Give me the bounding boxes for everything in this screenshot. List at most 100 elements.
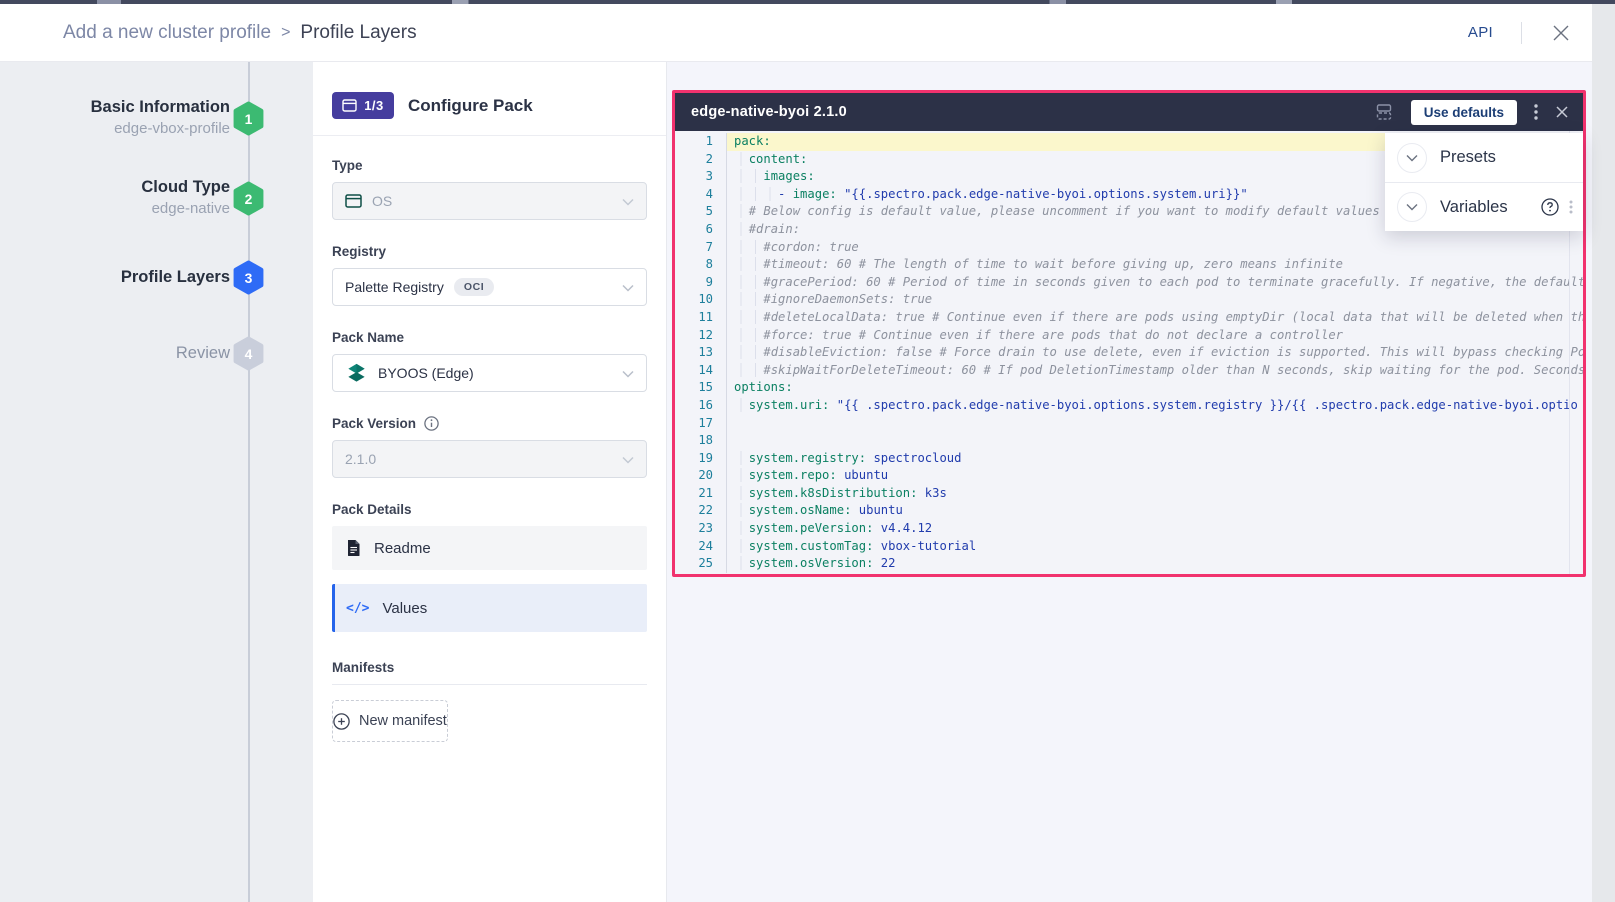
line-content: system.customTag: vbox-tutorial xyxy=(727,538,1583,556)
line-number: 1 xyxy=(675,133,727,151)
breadcrumb-separator: > xyxy=(281,24,290,42)
code-line-12[interactable]: 12 #force: true # Continue even if there… xyxy=(675,327,1583,345)
readme-tab[interactable]: Readme xyxy=(332,526,647,570)
line-number: 8 xyxy=(675,256,727,274)
code-line-20[interactable]: 20 system.repo: ubuntu xyxy=(675,467,1583,485)
code-line-9[interactable]: 9 #gracePeriod: 60 # Period of time in s… xyxy=(675,274,1583,292)
svg-text:4: 4 xyxy=(245,346,253,362)
pack-version-select[interactable]: 2.1.0 xyxy=(332,440,647,478)
line-number: 19 xyxy=(675,450,727,468)
code-line-13[interactable]: 13 #disableEviction: false # Force drain… xyxy=(675,344,1583,362)
step-number-hexagon: 3 xyxy=(233,260,264,295)
diff-compare-icon[interactable] xyxy=(1374,102,1394,122)
line-number: 24 xyxy=(675,538,727,556)
breadcrumb: Add a new cluster profile > Profile Laye… xyxy=(63,22,417,44)
line-number: 22 xyxy=(675,502,727,520)
pack-name-value: BYOOS (Edge) xyxy=(378,365,474,381)
line-number: 25 xyxy=(675,555,727,573)
variables-label: Variables xyxy=(1440,198,1508,217)
registry-select[interactable]: Palette Registry OCI xyxy=(332,268,647,306)
stepper-step-cloud-type[interactable]: Cloud Typeedge-native 2 xyxy=(0,175,313,221)
registry-label: Registry xyxy=(332,244,647,259)
window-icon xyxy=(342,99,357,112)
line-number: 9 xyxy=(675,274,727,292)
editor-dropdown-menu: Presets Variables xyxy=(1385,133,1583,231)
stepper-step-profile-layers[interactable]: Profile Layers3 xyxy=(0,254,313,300)
add-cluster-profile-modal: Add a new cluster profile > Profile Laye… xyxy=(0,4,1592,902)
editor-header-actions: Use defaults xyxy=(1374,100,1569,125)
step-labels: Cloud Typeedge-native xyxy=(20,177,230,219)
chevron-down-icon[interactable] xyxy=(1397,143,1427,173)
help-icon[interactable] xyxy=(1541,198,1559,216)
chevron-down-icon xyxy=(622,193,634,209)
line-content: #force: true # Continue even if there ar… xyxy=(727,327,1583,345)
kebab-menu-icon[interactable] xyxy=(1534,104,1538,120)
line-content: #gracePeriod: 60 # Period of time in sec… xyxy=(727,274,1583,292)
type-select[interactable]: OS xyxy=(332,182,647,220)
stepper-step-basic-information[interactable]: Basic Informationedge-vbox-profile1 xyxy=(0,95,313,141)
new-manifest-button[interactable]: New manifest xyxy=(332,700,448,742)
line-content: options: xyxy=(727,379,1583,397)
panel-title: Configure Pack xyxy=(408,96,533,116)
step-subtitle: edge-vbox-profile xyxy=(20,118,230,139)
api-link[interactable]: API xyxy=(1468,24,1493,41)
code-line-24[interactable]: 24 system.customTag: vbox-tutorial xyxy=(675,538,1583,556)
code-line-18[interactable]: 18 xyxy=(675,432,1583,450)
svg-text:2: 2 xyxy=(245,191,253,207)
code-line-17[interactable]: 17 xyxy=(675,415,1583,433)
close-icon[interactable] xyxy=(1550,22,1572,44)
line-number: 14 xyxy=(675,362,727,380)
variables-menu-item[interactable]: Variables xyxy=(1385,182,1583,231)
manifests-label: Manifests xyxy=(332,660,647,675)
code-line-25[interactable]: 25 system.osVersion: 22 xyxy=(675,555,1583,573)
presets-menu-item[interactable]: Presets xyxy=(1385,133,1583,182)
breadcrumb-parent-link[interactable]: Add a new cluster profile xyxy=(63,22,271,44)
variables-extra-actions xyxy=(1541,198,1573,216)
stepper-step-review[interactable]: Review 4 xyxy=(0,330,313,376)
line-number: 23 xyxy=(675,520,727,538)
configure-pack-form: Type OS Registry Palette Registry OCI Pa… xyxy=(313,136,666,742)
editor-header: edge-native-byoi 2.1.0 Use defaults xyxy=(675,93,1583,131)
document-icon xyxy=(346,539,361,557)
code-line-11[interactable]: 11 #deleteLocalData: true # Continue eve… xyxy=(675,309,1583,327)
values-tab[interactable]: </> Values xyxy=(332,584,647,632)
line-content: #skipWaitForDeleteTimeout: 60 # If pod D… xyxy=(727,362,1583,380)
line-number: 12 xyxy=(675,327,727,345)
line-number: 3 xyxy=(675,168,727,186)
code-line-22[interactable]: 22 system.osName: ubuntu xyxy=(675,502,1583,520)
pack-version-label: Pack Version xyxy=(332,416,647,431)
code-line-16[interactable]: 16 system.uri: "{{ .spectro.pack.edge-na… xyxy=(675,397,1583,415)
page-title: Profile Layers xyxy=(300,22,416,44)
type-label: Type xyxy=(332,158,647,173)
kebab-menu-icon[interactable] xyxy=(1569,200,1573,214)
values-tab-label: Values xyxy=(382,600,427,617)
code-line-7[interactable]: 7 #cordon: true xyxy=(675,239,1583,257)
line-number: 5 xyxy=(675,203,727,221)
chevron-down-icon[interactable] xyxy=(1397,192,1427,222)
code-line-19[interactable]: 19 system.registry: spectrocloud xyxy=(675,450,1583,468)
pack-version-value: 2.1.0 xyxy=(345,451,376,467)
code-line-14[interactable]: 14 #skipWaitForDeleteTimeout: 60 # If po… xyxy=(675,362,1583,380)
editor-region: edge-native-byoi 2.1.0 Use defaults xyxy=(667,62,1592,902)
info-icon[interactable] xyxy=(424,416,439,431)
step-labels: Review xyxy=(20,343,230,364)
line-content: system.registry: spectrocloud xyxy=(727,450,1583,468)
line-number: 6 xyxy=(675,221,727,239)
configure-pack-panel: 1/3 Configure Pack Type OS Registry Pale… xyxy=(313,62,667,902)
code-line-10[interactable]: 10 #ignoreDaemonSets: true xyxy=(675,291,1583,309)
code-line-8[interactable]: 8 #timeout: 60 # The length of time to w… xyxy=(675,256,1583,274)
editor-close-icon[interactable] xyxy=(1555,105,1569,119)
editor-pack-title: edge-native-byoi 2.1.0 xyxy=(691,104,847,120)
line-content: #disableEviction: false # Force drain to… xyxy=(727,344,1583,362)
pack-name-label: Pack Name xyxy=(332,330,647,345)
line-content: system.repo: ubuntu xyxy=(727,467,1583,485)
code-line-21[interactable]: 21 system.k8sDistribution: k3s xyxy=(675,485,1583,503)
pack-name-select[interactable]: BYOOS (Edge) xyxy=(332,354,647,392)
pack-details-label: Pack Details xyxy=(332,502,647,517)
use-defaults-button[interactable]: Use defaults xyxy=(1411,100,1517,125)
line-content: #ignoreDaemonSets: true xyxy=(727,291,1583,309)
code-line-15[interactable]: 15options: xyxy=(675,379,1583,397)
code-line-23[interactable]: 23 system.peVersion: v4.4.12 xyxy=(675,520,1583,538)
line-content: system.k8sDistribution: k3s xyxy=(727,485,1583,503)
line-content: #timeout: 60 # The length of time to wai… xyxy=(727,256,1583,274)
